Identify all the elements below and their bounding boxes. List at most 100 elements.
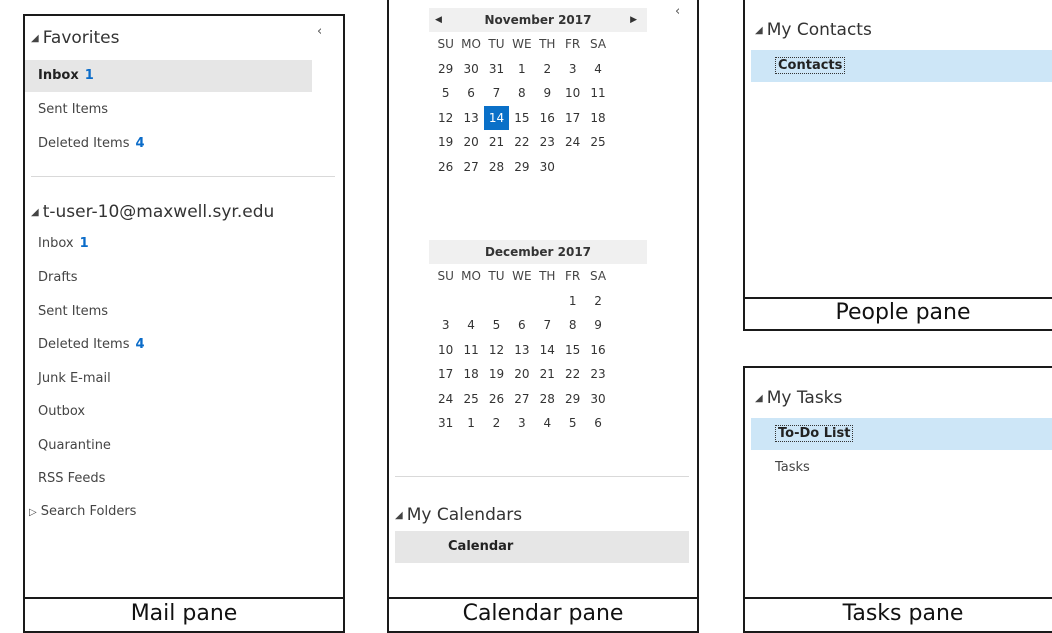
date-cell	[433, 289, 458, 314]
date-cell[interactable]: 30	[585, 387, 610, 412]
date-cell[interactable]: 6	[509, 313, 534, 338]
date-cell[interactable]: 25	[458, 387, 483, 412]
today-date-cell[interactable]: 14	[483, 105, 510, 130]
date-cell[interactable]: 7	[484, 81, 509, 106]
date-cell[interactable]: 27	[509, 387, 534, 412]
date-cell[interactable]: 2	[585, 289, 610, 314]
date-cell[interactable]: 5	[433, 81, 458, 106]
date-cell[interactable]: 18	[585, 106, 610, 131]
date-cell[interactable]: 20	[458, 130, 483, 155]
date-cell[interactable]: 16	[585, 338, 610, 363]
date-cell[interactable]: 8	[560, 313, 585, 338]
date-cell[interactable]: 26	[484, 387, 509, 412]
date-cell[interactable]: 10	[433, 338, 458, 363]
date-cell[interactable]: 16	[535, 106, 560, 131]
my-tasks-heading[interactable]: ◢ My Tasks	[755, 388, 842, 408]
date-cell[interactable]: 9	[535, 81, 560, 106]
date-cell[interactable]: 8	[509, 81, 534, 106]
date-cell[interactable]: 6	[458, 81, 483, 106]
folder-junk-email[interactable]: Junk E-mail	[38, 363, 111, 395]
date-cell[interactable]: 3	[509, 411, 534, 436]
date-cell[interactable]: 10	[560, 81, 585, 106]
date-cell[interactable]: 24	[560, 130, 585, 155]
date-cell[interactable]: 24	[433, 387, 458, 412]
date-cell[interactable]: 22	[509, 130, 534, 155]
date-cell[interactable]: 31	[433, 411, 458, 436]
folder-drafts[interactable]: Drafts	[38, 262, 78, 294]
date-cell[interactable]: 4	[585, 57, 610, 82]
date-cell[interactable]: 29	[509, 155, 534, 180]
contacts-item[interactable]: Contacts	[751, 50, 1052, 82]
date-cell[interactable]: 4	[458, 313, 483, 338]
folder-deleted-items[interactable]: Deleted Items 4	[38, 329, 145, 361]
date-cell[interactable]: 17	[433, 362, 458, 387]
date-cell[interactable]: 28	[484, 155, 509, 180]
date-cell[interactable]: 31	[484, 57, 509, 82]
favorites-heading[interactable]: ◢ Favorites	[31, 28, 120, 48]
date-cell[interactable]: 20	[509, 362, 534, 387]
date-cell	[484, 179, 509, 204]
date-cell[interactable]: 15	[560, 338, 585, 363]
folder-quarantine[interactable]: Quarantine	[38, 430, 111, 462]
folder-rss-feeds[interactable]: RSS Feeds	[38, 463, 105, 495]
month-header-november: ◀ November 2017 ▶	[429, 8, 647, 32]
favorites-deleted-items[interactable]: Deleted Items 4	[38, 128, 145, 160]
date-cell[interactable]: 6	[585, 411, 610, 436]
favorites-sent-items[interactable]: Sent Items	[38, 94, 108, 126]
folder-search-folders[interactable]: ▷ Search Folders	[29, 496, 136, 528]
date-cell[interactable]: 1	[560, 289, 585, 314]
date-cell[interactable]: 30	[535, 155, 560, 180]
date-cell[interactable]: 5	[560, 411, 585, 436]
date-cell[interactable]: 22	[560, 362, 585, 387]
collapse-mail-pane-button[interactable]: ‹	[317, 24, 322, 39]
date-cell[interactable]: 15	[509, 106, 534, 131]
favorites-inbox[interactable]: Inbox 1	[25, 60, 312, 92]
date-cell[interactable]: 1	[509, 57, 534, 82]
date-cell[interactable]: 26	[433, 155, 458, 180]
date-cell[interactable]: 12	[484, 338, 509, 363]
account-heading[interactable]: ◢ t-user-10@maxwell.syr.edu	[31, 202, 274, 222]
date-cell[interactable]: 11	[585, 81, 610, 106]
date-cell[interactable]: 4	[535, 411, 560, 436]
date-cell[interactable]: 27	[458, 155, 483, 180]
date-cell[interactable]: 13	[458, 106, 483, 131]
my-contacts-heading[interactable]: ◢ My Contacts	[755, 20, 872, 40]
date-cell[interactable]: 3	[433, 313, 458, 338]
folder-outbox[interactable]: Outbox	[38, 396, 85, 428]
my-calendars-heading[interactable]: ◢ My Calendars	[395, 505, 522, 525]
date-cell[interactable]: 21	[535, 362, 560, 387]
unread-count: 4	[135, 136, 145, 151]
date-cell[interactable]: 21	[484, 130, 509, 155]
date-cell[interactable]: 12	[433, 106, 458, 131]
date-cell[interactable]: 5	[484, 313, 509, 338]
date-cell[interactable]: 29	[433, 57, 458, 82]
calendar-item[interactable]: Calendar	[395, 531, 689, 563]
previous-month-arrow-icon[interactable]: ◀	[435, 8, 442, 32]
date-cell[interactable]: 25	[585, 130, 610, 155]
date-cell[interactable]: 13	[509, 338, 534, 363]
folder-inbox[interactable]: Inbox 1	[38, 228, 89, 260]
date-cell[interactable]: 2	[484, 411, 509, 436]
todo-list-item[interactable]: To-Do List	[751, 418, 1052, 450]
date-cell[interactable]: 9	[585, 313, 610, 338]
next-month-arrow-icon[interactable]: ▶	[630, 8, 637, 32]
tasks-item[interactable]: Tasks	[775, 452, 810, 484]
date-cell[interactable]: 3	[560, 57, 585, 82]
date-cell[interactable]: 2	[535, 57, 560, 82]
collapse-calendar-pane-button[interactable]: ‹	[675, 4, 680, 19]
date-cell[interactable]: 28	[535, 387, 560, 412]
date-cell[interactable]: 30	[458, 57, 483, 82]
date-cell[interactable]: 23	[535, 130, 560, 155]
date-cell[interactable]: 19	[484, 362, 509, 387]
date-cell[interactable]: 23	[585, 362, 610, 387]
date-cell[interactable]: 1	[458, 411, 483, 436]
date-cell[interactable]: 19	[433, 130, 458, 155]
date-cell[interactable]: 11	[458, 338, 483, 363]
date-cell[interactable]: 14	[535, 338, 560, 363]
date-cell[interactable]: 29	[560, 387, 585, 412]
date-cell[interactable]: 18	[458, 362, 483, 387]
folder-sent-items[interactable]: Sent Items	[38, 296, 108, 328]
date-cell[interactable]: 7	[535, 313, 560, 338]
date-cell	[458, 179, 483, 204]
date-cell[interactable]: 17	[560, 106, 585, 131]
